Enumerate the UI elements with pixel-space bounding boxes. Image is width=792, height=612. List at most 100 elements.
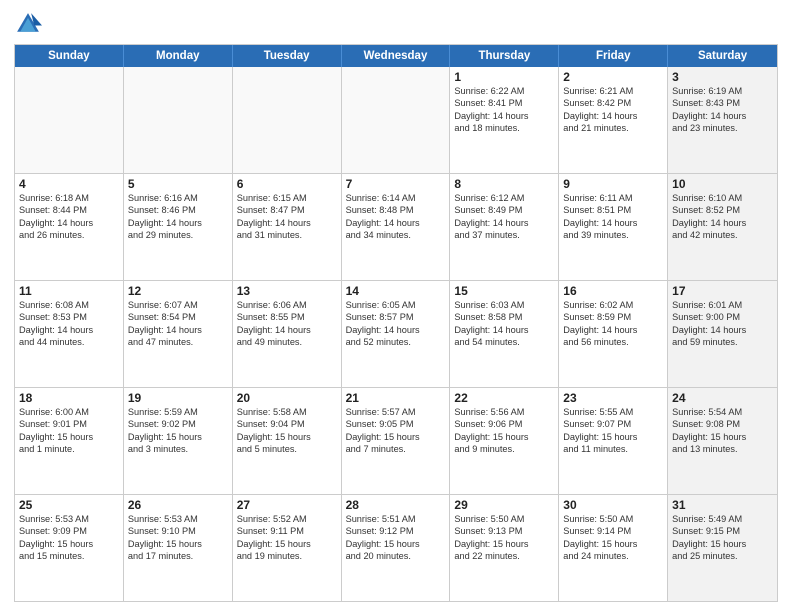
- calendar-day-10: 10Sunrise: 6:10 AM Sunset: 8:52 PM Dayli…: [668, 174, 777, 280]
- day-info: Sunrise: 6:12 AM Sunset: 8:49 PM Dayligh…: [454, 192, 554, 242]
- calendar-week-2: 4Sunrise: 6:18 AM Sunset: 8:44 PM Daylig…: [15, 174, 777, 281]
- calendar-week-3: 11Sunrise: 6:08 AM Sunset: 8:53 PM Dayli…: [15, 281, 777, 388]
- calendar-body: 1Sunrise: 6:22 AM Sunset: 8:41 PM Daylig…: [15, 67, 777, 601]
- day-info: Sunrise: 6:19 AM Sunset: 8:43 PM Dayligh…: [672, 85, 773, 135]
- day-info: Sunrise: 6:06 AM Sunset: 8:55 PM Dayligh…: [237, 299, 337, 349]
- calendar-day-4: 4Sunrise: 6:18 AM Sunset: 8:44 PM Daylig…: [15, 174, 124, 280]
- header: [14, 10, 778, 38]
- day-number: 14: [346, 284, 446, 298]
- calendar-empty-cell: [233, 67, 342, 173]
- day-info: Sunrise: 5:56 AM Sunset: 9:06 PM Dayligh…: [454, 406, 554, 456]
- day-number: 12: [128, 284, 228, 298]
- calendar-day-17: 17Sunrise: 6:01 AM Sunset: 9:00 PM Dayli…: [668, 281, 777, 387]
- calendar-header-wednesday: Wednesday: [342, 45, 451, 67]
- calendar-day-3: 3Sunrise: 6:19 AM Sunset: 8:43 PM Daylig…: [668, 67, 777, 173]
- day-info: Sunrise: 5:53 AM Sunset: 9:10 PM Dayligh…: [128, 513, 228, 563]
- day-number: 19: [128, 391, 228, 405]
- day-number: 21: [346, 391, 446, 405]
- calendar-day-16: 16Sunrise: 6:02 AM Sunset: 8:59 PM Dayli…: [559, 281, 668, 387]
- day-info: Sunrise: 5:59 AM Sunset: 9:02 PM Dayligh…: [128, 406, 228, 456]
- calendar-day-2: 2Sunrise: 6:21 AM Sunset: 8:42 PM Daylig…: [559, 67, 668, 173]
- calendar-day-1: 1Sunrise: 6:22 AM Sunset: 8:41 PM Daylig…: [450, 67, 559, 173]
- day-info: Sunrise: 5:50 AM Sunset: 9:14 PM Dayligh…: [563, 513, 663, 563]
- day-number: 30: [563, 498, 663, 512]
- calendar-day-13: 13Sunrise: 6:06 AM Sunset: 8:55 PM Dayli…: [233, 281, 342, 387]
- calendar-header-monday: Monday: [124, 45, 233, 67]
- calendar: SundayMondayTuesdayWednesdayThursdayFrid…: [14, 44, 778, 602]
- calendar-empty-cell: [342, 67, 451, 173]
- day-number: 17: [672, 284, 773, 298]
- calendar-day-29: 29Sunrise: 5:50 AM Sunset: 9:13 PM Dayli…: [450, 495, 559, 601]
- day-number: 4: [19, 177, 119, 191]
- day-number: 26: [128, 498, 228, 512]
- calendar-header-sunday: Sunday: [15, 45, 124, 67]
- calendar-day-12: 12Sunrise: 6:07 AM Sunset: 8:54 PM Dayli…: [124, 281, 233, 387]
- day-info: Sunrise: 5:58 AM Sunset: 9:04 PM Dayligh…: [237, 406, 337, 456]
- calendar-week-1: 1Sunrise: 6:22 AM Sunset: 8:41 PM Daylig…: [15, 67, 777, 174]
- calendar-header-saturday: Saturday: [668, 45, 777, 67]
- calendar-day-23: 23Sunrise: 5:55 AM Sunset: 9:07 PM Dayli…: [559, 388, 668, 494]
- day-info: Sunrise: 6:16 AM Sunset: 8:46 PM Dayligh…: [128, 192, 228, 242]
- day-info: Sunrise: 6:14 AM Sunset: 8:48 PM Dayligh…: [346, 192, 446, 242]
- day-info: Sunrise: 6:22 AM Sunset: 8:41 PM Dayligh…: [454, 85, 554, 135]
- calendar-day-19: 19Sunrise: 5:59 AM Sunset: 9:02 PM Dayli…: [124, 388, 233, 494]
- day-number: 1: [454, 70, 554, 84]
- day-number: 24: [672, 391, 773, 405]
- calendar-day-21: 21Sunrise: 5:57 AM Sunset: 9:05 PM Dayli…: [342, 388, 451, 494]
- day-number: 3: [672, 70, 773, 84]
- day-number: 28: [346, 498, 446, 512]
- calendar-empty-cell: [124, 67, 233, 173]
- day-info: Sunrise: 6:10 AM Sunset: 8:52 PM Dayligh…: [672, 192, 773, 242]
- day-info: Sunrise: 5:50 AM Sunset: 9:13 PM Dayligh…: [454, 513, 554, 563]
- day-number: 8: [454, 177, 554, 191]
- calendar-header-row: SundayMondayTuesdayWednesdayThursdayFrid…: [15, 45, 777, 67]
- day-info: Sunrise: 6:21 AM Sunset: 8:42 PM Dayligh…: [563, 85, 663, 135]
- day-info: Sunrise: 6:11 AM Sunset: 8:51 PM Dayligh…: [563, 192, 663, 242]
- day-number: 7: [346, 177, 446, 191]
- day-number: 6: [237, 177, 337, 191]
- calendar-header-thursday: Thursday: [450, 45, 559, 67]
- day-number: 22: [454, 391, 554, 405]
- calendar-day-22: 22Sunrise: 5:56 AM Sunset: 9:06 PM Dayli…: [450, 388, 559, 494]
- logo: [14, 10, 46, 38]
- day-info: Sunrise: 5:51 AM Sunset: 9:12 PM Dayligh…: [346, 513, 446, 563]
- day-number: 9: [563, 177, 663, 191]
- calendar-day-5: 5Sunrise: 6:16 AM Sunset: 8:46 PM Daylig…: [124, 174, 233, 280]
- day-number: 16: [563, 284, 663, 298]
- day-number: 27: [237, 498, 337, 512]
- calendar-day-7: 7Sunrise: 6:14 AM Sunset: 8:48 PM Daylig…: [342, 174, 451, 280]
- calendar-day-24: 24Sunrise: 5:54 AM Sunset: 9:08 PM Dayli…: [668, 388, 777, 494]
- logo-icon: [14, 10, 42, 38]
- calendar-day-28: 28Sunrise: 5:51 AM Sunset: 9:12 PM Dayli…: [342, 495, 451, 601]
- day-number: 13: [237, 284, 337, 298]
- calendar-day-9: 9Sunrise: 6:11 AM Sunset: 8:51 PM Daylig…: [559, 174, 668, 280]
- calendar-day-14: 14Sunrise: 6:05 AM Sunset: 8:57 PM Dayli…: [342, 281, 451, 387]
- day-number: 29: [454, 498, 554, 512]
- day-info: Sunrise: 5:53 AM Sunset: 9:09 PM Dayligh…: [19, 513, 119, 563]
- day-info: Sunrise: 6:03 AM Sunset: 8:58 PM Dayligh…: [454, 299, 554, 349]
- calendar-day-20: 20Sunrise: 5:58 AM Sunset: 9:04 PM Dayli…: [233, 388, 342, 494]
- day-info: Sunrise: 6:01 AM Sunset: 9:00 PM Dayligh…: [672, 299, 773, 349]
- day-number: 10: [672, 177, 773, 191]
- day-number: 23: [563, 391, 663, 405]
- calendar-week-4: 18Sunrise: 6:00 AM Sunset: 9:01 PM Dayli…: [15, 388, 777, 495]
- day-number: 11: [19, 284, 119, 298]
- day-info: Sunrise: 6:07 AM Sunset: 8:54 PM Dayligh…: [128, 299, 228, 349]
- calendar-day-27: 27Sunrise: 5:52 AM Sunset: 9:11 PM Dayli…: [233, 495, 342, 601]
- day-number: 18: [19, 391, 119, 405]
- day-info: Sunrise: 6:15 AM Sunset: 8:47 PM Dayligh…: [237, 192, 337, 242]
- calendar-empty-cell: [15, 67, 124, 173]
- calendar-day-25: 25Sunrise: 5:53 AM Sunset: 9:09 PM Dayli…: [15, 495, 124, 601]
- calendar-header-tuesday: Tuesday: [233, 45, 342, 67]
- day-info: Sunrise: 6:08 AM Sunset: 8:53 PM Dayligh…: [19, 299, 119, 349]
- calendar-day-18: 18Sunrise: 6:00 AM Sunset: 9:01 PM Dayli…: [15, 388, 124, 494]
- day-info: Sunrise: 5:57 AM Sunset: 9:05 PM Dayligh…: [346, 406, 446, 456]
- page: SundayMondayTuesdayWednesdayThursdayFrid…: [0, 0, 792, 612]
- day-info: Sunrise: 6:18 AM Sunset: 8:44 PM Dayligh…: [19, 192, 119, 242]
- day-info: Sunrise: 6:05 AM Sunset: 8:57 PM Dayligh…: [346, 299, 446, 349]
- calendar-day-15: 15Sunrise: 6:03 AM Sunset: 8:58 PM Dayli…: [450, 281, 559, 387]
- day-info: Sunrise: 5:49 AM Sunset: 9:15 PM Dayligh…: [672, 513, 773, 563]
- calendar-week-5: 25Sunrise: 5:53 AM Sunset: 9:09 PM Dayli…: [15, 495, 777, 601]
- day-info: Sunrise: 6:00 AM Sunset: 9:01 PM Dayligh…: [19, 406, 119, 456]
- calendar-day-6: 6Sunrise: 6:15 AM Sunset: 8:47 PM Daylig…: [233, 174, 342, 280]
